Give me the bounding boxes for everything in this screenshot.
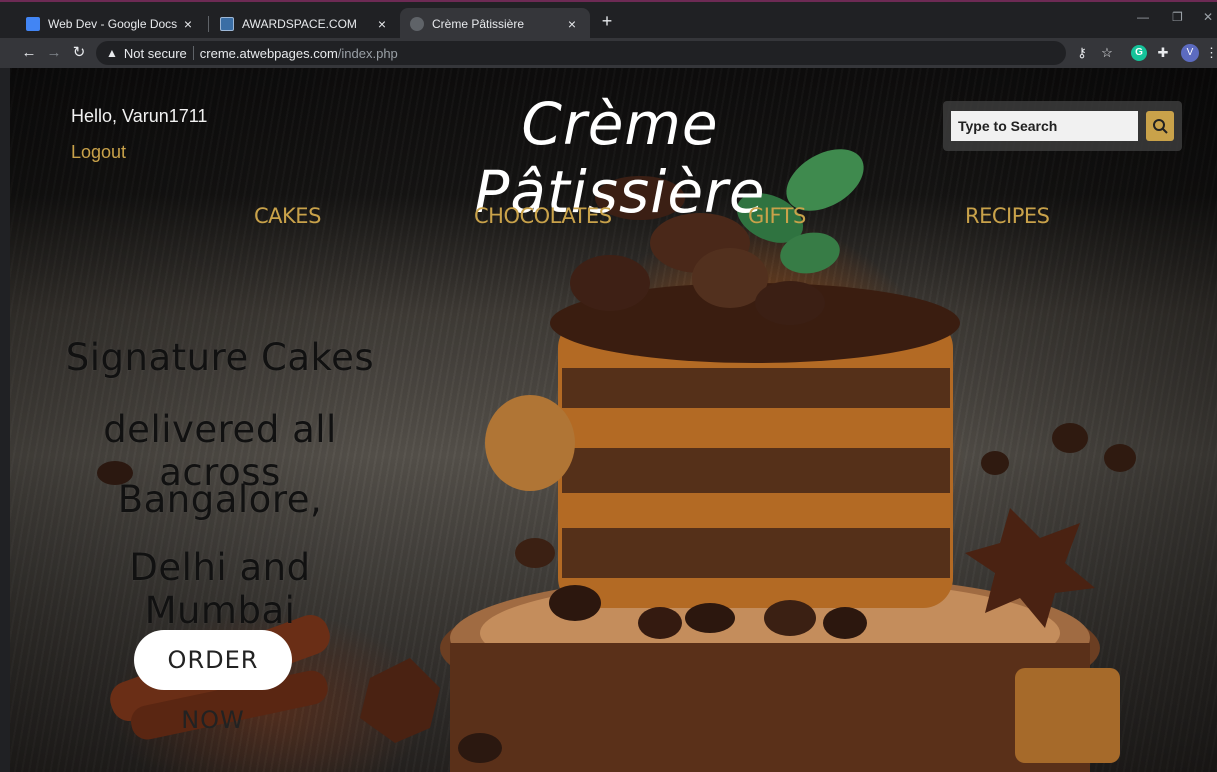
google-docs-icon	[26, 17, 40, 31]
tab-creme-patissiere[interactable]: Crème Pâtissière ×	[400, 8, 590, 40]
nav-chocolates[interactable]: CHOCOLATES	[474, 204, 612, 228]
awardspace-icon	[220, 17, 234, 31]
search-button[interactable]	[1146, 111, 1174, 141]
tab-title: Crème Pâtissière	[432, 17, 525, 31]
nav-cakes[interactable]: CAKES	[254, 204, 321, 228]
key-icon[interactable]: ⚷	[1074, 44, 1090, 62]
page-viewport: Hello, Varun1711 Logout Crème Pâtissière…	[10, 68, 1217, 772]
grammarly-extension-icon[interactable]: G	[1131, 45, 1147, 61]
nav-recipes[interactable]: RECIPES	[965, 204, 1050, 228]
profile-avatar[interactable]: V	[1181, 44, 1199, 62]
hero-headline-line: Bangalore,	[117, 478, 323, 521]
tab-strip: Web Dev - Google Docs × AWARDSPACE.COM ×…	[0, 0, 1217, 40]
logout-link[interactable]: Logout	[71, 142, 126, 163]
extensions-puzzle-icon[interactable]: ✚	[1155, 44, 1171, 62]
url-host: creme.atwebpages.com	[199, 45, 338, 61]
tab-title: Web Dev - Google Docs	[48, 17, 178, 31]
tab-title: AWARDSPACE.COM	[242, 17, 357, 31]
tab-google-docs[interactable]: Web Dev - Google Docs ×	[16, 8, 206, 40]
restore-icon[interactable]: ❐	[1172, 10, 1183, 24]
nav-gifts[interactable]: GIFTS	[748, 204, 806, 228]
search-input[interactable]	[951, 111, 1138, 141]
close-icon[interactable]: ×	[374, 16, 390, 32]
close-window-icon[interactable]: ✕	[1203, 10, 1213, 24]
tab-awardspace[interactable]: AWARDSPACE.COM ×	[210, 8, 400, 40]
new-tab-button[interactable]: +	[596, 10, 618, 32]
security-label: Not secure	[123, 45, 187, 61]
url-path: /index.php	[337, 45, 398, 61]
back-icon[interactable]: ←	[20, 44, 38, 62]
hero-headline-line: Signature Cakes	[65, 336, 375, 379]
divider	[192, 46, 194, 60]
reload-icon[interactable]: ↻	[70, 44, 88, 62]
minimize-icon[interactable]: —	[1137, 10, 1149, 24]
search-panel	[943, 101, 1182, 151]
forward-icon[interactable]: →	[45, 44, 63, 62]
close-icon[interactable]: ×	[180, 16, 196, 32]
menu-kebab-icon[interactable]: ⋮	[1205, 44, 1217, 62]
star-icon[interactable]: ☆	[1099, 44, 1115, 62]
hero-headline-line: Delhi and Mumbai	[129, 546, 311, 632]
toolbar: ← → ↻ ▲ Not secure creme.atwebpages.com /…	[0, 38, 1217, 68]
search-icon	[1153, 119, 1168, 134]
close-icon[interactable]: ×	[564, 16, 580, 32]
globe-icon	[410, 17, 424, 31]
tab-divider	[208, 16, 209, 32]
address-bar[interactable]: ▲ Not secure creme.atwebpages.com/index.…	[96, 41, 1066, 65]
warning-icon[interactable]: ▲	[106, 46, 118, 60]
greeting-text: Hello, Varun1711	[71, 106, 208, 126]
order-now-button[interactable]: ORDER NOW	[134, 630, 292, 734]
